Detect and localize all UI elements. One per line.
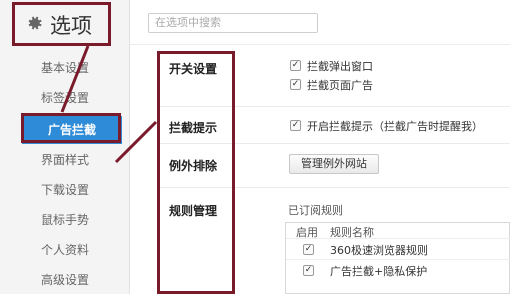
annotation-lines <box>60 45 158 164</box>
annotation-line-title <box>60 45 90 113</box>
annotation-line-sections <box>114 120 158 164</box>
